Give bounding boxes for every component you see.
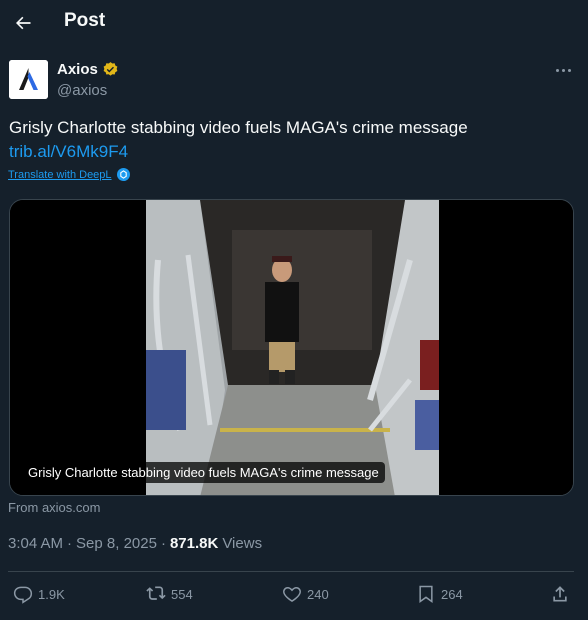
heart-icon: [283, 586, 301, 602]
more-options-button[interactable]: [552, 62, 574, 78]
like-count: 240: [307, 586, 329, 602]
axios-logo-icon: [9, 60, 48, 99]
repost-icon: [146, 586, 166, 600]
back-button[interactable]: [6, 6, 40, 40]
verified-badge-icon: [103, 62, 118, 76]
reply-icon: [13, 586, 33, 604]
top-bar: Post: [0, 0, 588, 44]
tweet-link[interactable]: trib.al/V6Mk9F4: [9, 141, 128, 163]
reply-button[interactable]: 1.9K: [13, 584, 65, 604]
author-name[interactable]: Axios: [57, 61, 98, 78]
page-title: Post: [64, 10, 106, 31]
share-button[interactable]: [550, 584, 570, 604]
author-handle[interactable]: @axios: [57, 82, 107, 99]
repost-count: 554: [171, 586, 193, 602]
bookmark-count: 264: [441, 586, 463, 602]
reply-count: 1.9K: [38, 586, 65, 602]
card-caption: Grisly Charlotte stabbing video fuels MA…: [22, 462, 385, 483]
author-name-row[interactable]: Axios: [57, 61, 119, 78]
tweet-text: Grisly Charlotte stabbing video fuels MA…: [9, 118, 468, 137]
more-dot-icon: [567, 68, 571, 72]
deepl-icon: [116, 168, 130, 181]
repost-button[interactable]: 554: [146, 584, 193, 604]
tweet-date[interactable]: Sep 8, 2025: [76, 535, 157, 552]
tweet-meta: 3:04 AM · Sep 8, 2025 · 871.8K Views: [8, 535, 262, 552]
views-label: Views: [222, 535, 263, 552]
back-arrow-icon: [16, 16, 31, 30]
translate-link[interactable]: Translate with DeepL: [8, 169, 112, 181]
tweet-time[interactable]: 3:04 AM: [8, 535, 63, 552]
bookmark-button[interactable]: 264: [416, 584, 463, 604]
views-count: 871.8K: [169, 535, 219, 552]
link-card-media[interactable]: Grisly Charlotte stabbing video fuels MA…: [9, 199, 574, 496]
meta-separator: ·: [67, 535, 73, 552]
share-icon: [553, 586, 567, 602]
card-source[interactable]: From axios.com: [8, 500, 100, 515]
more-dot-icon: [561, 68, 565, 72]
meta-separator: ·: [160, 535, 166, 552]
divider: [8, 571, 574, 572]
like-button[interactable]: 240: [282, 584, 329, 604]
translate-row[interactable]: Translate with DeepL: [8, 168, 130, 181]
action-bar: 1.9K 554 240 264: [0, 580, 588, 612]
avatar[interactable]: [9, 60, 48, 99]
video-thumbnail: [10, 200, 573, 495]
more-dot-icon: [555, 68, 559, 72]
bookmark-icon: [419, 585, 433, 603]
